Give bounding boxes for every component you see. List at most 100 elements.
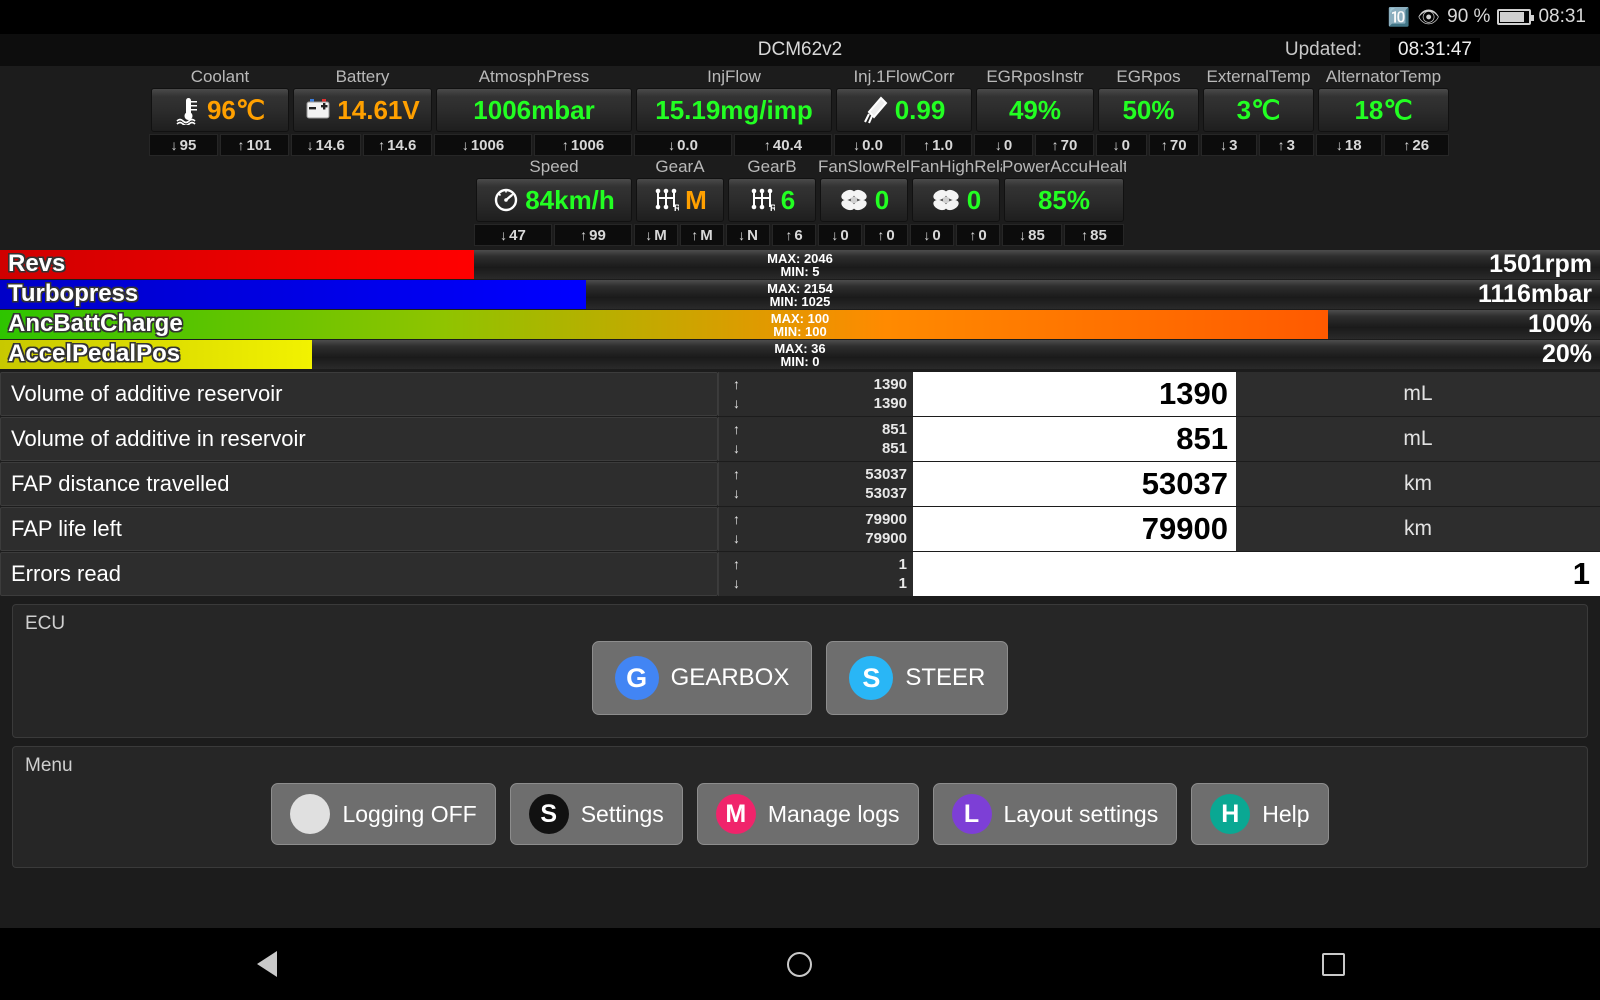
home-button[interactable] xyxy=(533,951,1066,977)
gauge-label: PowerAccuHealth xyxy=(1002,157,1126,176)
gauge-inj-1flowcorr[interactable]: Inj.1FlowCorr 0.99 ↓ 0.0 ↑ 1.0 xyxy=(834,66,974,156)
row-minmax: ↑ 79900 ↓ 79900 xyxy=(718,507,913,551)
updated-time: 08:31:47 xyxy=(1390,38,1480,62)
row-unit: mL xyxy=(1236,417,1600,461)
bar-gauge-revs[interactable]: MAX: 2046 MIN: 5 Revs 1501rpm xyxy=(0,250,1600,279)
bar-min-label: MIN: 0 xyxy=(780,353,820,369)
gauge-battery[interactable]: Battery 14.61V ↓ 14.6 ↑ 14.6 xyxy=(291,66,434,156)
gauge-fanhighrelay[interactable]: FanHighRelay 0↓0↑0 xyxy=(910,156,1002,246)
gauge-minmax: ↓ 18 ↑ 26 xyxy=(1316,134,1451,156)
gauge-poweraccuhealth[interactable]: PowerAccuHealth 85% ↓ 85 ↑ 85 xyxy=(1002,156,1126,246)
gauge-max: ↑ 70 xyxy=(1035,134,1094,156)
gauge-max: ↑ 1006 xyxy=(534,134,632,156)
menu-panel: Menu Logging OFF S Settings M Manage logs L La… xyxy=(12,746,1588,868)
recents-button[interactable] xyxy=(1067,952,1600,976)
gauge-min: ↓ 18 xyxy=(1316,134,1382,156)
fan-icon xyxy=(933,189,959,211)
gauge-minmax: ↓ 14.6 ↑ 14.6 xyxy=(291,134,434,156)
gauge-speed[interactable]: Speed 84km/h ↓ 47 ↑ 99 xyxy=(474,156,634,246)
button-settings[interactable]: S Settings xyxy=(509,783,683,845)
table-row[interactable]: FAP life left ↑ 79900 ↓ 79900 79900 km xyxy=(0,507,1600,551)
bar-gauge-list: MAX: 2046 MIN: 5 Revs 1501rpm MAX: 2154 MIN: … xyxy=(0,250,1600,369)
gauge-value: 85% xyxy=(1004,178,1124,222)
gauge-value: 0 xyxy=(820,178,908,222)
gauge-fanslowrelay[interactable]: FanSlowRelay 0↓0↑0 xyxy=(818,156,910,246)
svg-text:R: R xyxy=(770,203,775,213)
back-button[interactable] xyxy=(0,951,533,977)
gauge-geara[interactable]: GearA R M ↓ M ↑ M xyxy=(634,156,726,246)
gauge-max: ↑ 70 xyxy=(1148,134,1199,156)
button-badge-icon: S xyxy=(528,794,569,834)
gauge-min: ↓ 0.0 xyxy=(834,134,902,156)
status-clock: 08:31 xyxy=(1538,6,1586,27)
button-manage-logs[interactable]: M Manage logs xyxy=(696,783,919,845)
gauge-atmosphpress[interactable]: AtmosphPress 1006mbar ↓ 1006 ↑ 1006 xyxy=(434,66,634,156)
gauge-max: ↑ 99 xyxy=(554,224,632,246)
bar-name-label: Turbopress xyxy=(8,280,139,307)
gauge-minmax: ↓ 1006 ↑ 1006 xyxy=(434,134,634,156)
gauge-value: R6 xyxy=(728,178,816,222)
row-max: ↑ 53037 xyxy=(733,466,907,483)
gauge-label: FanSlowRelay xyxy=(818,157,910,176)
gauge-label: EGRpos xyxy=(1116,67,1181,86)
gauge-label: FanHighRelay xyxy=(910,157,1002,176)
button-logging-off[interactable]: Logging OFF xyxy=(271,783,496,845)
gauge-min: ↓ M xyxy=(634,224,678,246)
bar-value-label: 100% xyxy=(1528,310,1592,338)
button-layout-settings[interactable]: L Layout settings xyxy=(932,783,1178,845)
table-row[interactable]: Errors read ↑ 1 ↓ 1 1 xyxy=(0,552,1600,596)
gauge-egrposinstr[interactable]: EGRposInstr 49% ↓ 0 ↑ 70 xyxy=(974,66,1096,156)
row-min: ↓ 1390 xyxy=(733,395,907,412)
button-steer[interactable]: S STEER xyxy=(826,641,1009,715)
gauge-value: 1006mbar xyxy=(436,88,632,132)
bar-gauge-turbopress[interactable]: MAX: 2154 MIN: 1025 Turbopress 1116mbar xyxy=(0,280,1600,309)
android-nav-bar xyxy=(0,928,1600,1000)
row-unit: km xyxy=(1236,507,1600,551)
button-gearbox[interactable]: G GEARBOX xyxy=(591,641,813,715)
bar-value-label: 1501rpm xyxy=(1489,250,1592,278)
bar-gauge-ancbattcharge[interactable]: MAX: 100 MIN: 100 AncBattCharge 100% xyxy=(0,310,1600,339)
back-triangle-icon xyxy=(256,951,277,977)
button-label: Layout settings xyxy=(1003,800,1159,827)
table-row[interactable]: Volume of additive in reservoir ↑ 851 ↓ 851 8… xyxy=(0,417,1600,461)
row-label: Volume of additive in reservoir xyxy=(0,417,718,461)
row-value: 851 xyxy=(913,417,1236,461)
gauge-gearb[interactable]: GearB R 6 ↓ N ↑ 6 xyxy=(726,156,818,246)
gauge-max: ↑ 0 xyxy=(956,224,1000,246)
bar-fill xyxy=(0,310,1328,339)
menu-panel-title: Menu xyxy=(25,755,73,776)
battery-icon xyxy=(1497,9,1535,25)
bluetooth-icon: 🔟 xyxy=(1387,7,1411,27)
bar-gauge-accelpedalpos[interactable]: MAX: 36 MIN: 0 AccelPedalPos 20% xyxy=(0,340,1600,369)
gauge-injflow[interactable]: InjFlow 15.19mg/imp ↓ 0.0 ↑ 40.4 xyxy=(634,66,834,156)
bar-name-label: AncBattCharge xyxy=(8,310,183,337)
row-value: 1 xyxy=(913,552,1600,596)
fan-icon xyxy=(841,189,867,211)
gauge-egrpos[interactable]: EGRpos 50% ↓ 0 ↑ 70 xyxy=(1096,66,1201,156)
gauge-alternatortemp[interactable]: AlternatorTemp 18℃ ↓ 18 ↑ 26 xyxy=(1316,66,1451,156)
row-unit: km xyxy=(1236,462,1600,506)
gauge-value: 0 xyxy=(912,178,1000,222)
gauge-min: ↓ N xyxy=(726,224,770,246)
gauge-externaltemp[interactable]: ExternalTemp 3℃ ↓ 3 ↑ 3 xyxy=(1201,66,1316,156)
row-min: ↓ 1 xyxy=(733,575,907,592)
button-help[interactable]: H Help xyxy=(1191,783,1329,845)
gauge-min: ↓ 0 xyxy=(818,224,862,246)
gauge-min: ↓ 1006 xyxy=(434,134,532,156)
button-label: Logging OFF xyxy=(342,800,477,827)
table-row[interactable]: Volume of additive reservoir ↑ 1390 ↓ 1390 13… xyxy=(0,372,1600,416)
table-row[interactable]: FAP distance travelled ↑ 53037 ↓ 53037 53037 k… xyxy=(0,462,1600,506)
gauge-max: ↑ 26 xyxy=(1383,134,1449,156)
gauge-label: Battery xyxy=(335,67,390,86)
row-max: ↑ 1 xyxy=(733,556,907,573)
gauge-label: GearA xyxy=(655,157,705,176)
gauge-max: ↑ 6 xyxy=(772,224,816,246)
row-min: ↓ 79900 xyxy=(733,530,907,547)
row-minmax: ↑ 851 ↓ 851 xyxy=(718,417,913,461)
row-minmax: ↑ 1390 ↓ 1390 xyxy=(718,372,913,416)
row-label: Errors read xyxy=(0,552,718,596)
row-max: ↑ 851 xyxy=(733,421,907,438)
gauge-max: ↑ 1.0 xyxy=(904,134,972,156)
row-minmax: ↑ 1 ↓ 1 xyxy=(718,552,913,596)
gauge-coolant[interactable]: Coolant 96℃ ↓ 95 ↑ 101 xyxy=(149,66,291,156)
